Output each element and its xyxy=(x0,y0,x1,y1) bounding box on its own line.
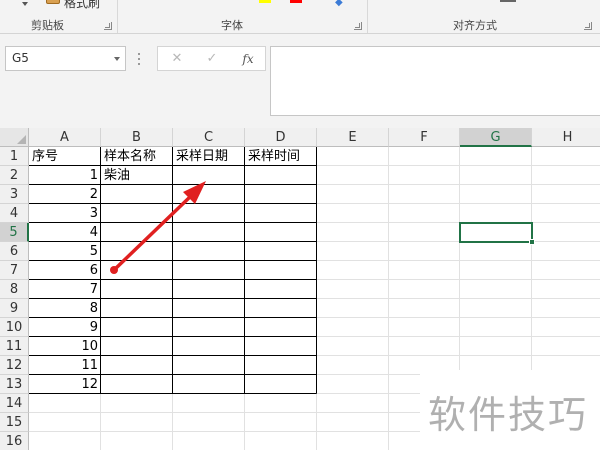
name-box[interactable]: G5 xyxy=(5,46,126,71)
column-header-a[interactable]: A xyxy=(29,128,101,147)
cell-a2[interactable]: 1 xyxy=(29,166,101,185)
cell-a12[interactable]: 11 xyxy=(29,356,101,375)
column-header-c[interactable]: C xyxy=(173,128,245,147)
align-bar[interactable] xyxy=(500,0,516,2)
font-group-label: 字体 xyxy=(221,19,243,32)
insert-function-icon[interactable]: fx xyxy=(237,50,259,68)
column-header-f[interactable]: F xyxy=(389,128,460,147)
cell-b1[interactable]: 样本名称 xyxy=(101,147,173,166)
watermark: 软件技巧 xyxy=(420,370,600,450)
clipboard-launcher-icon[interactable] xyxy=(104,22,112,30)
column-header-d[interactable]: D xyxy=(245,128,317,147)
cell-a7[interactable]: 6 xyxy=(29,261,101,280)
alignment-launcher-icon[interactable] xyxy=(584,22,592,30)
font-color-swatch[interactable] xyxy=(290,0,302,3)
select-all-triangle-icon xyxy=(17,135,26,144)
format-painter-icon[interactable] xyxy=(46,0,60,4)
clipboard-group-label: 剪贴板 xyxy=(31,19,64,32)
row-header-3[interactable]: 3 xyxy=(0,185,29,204)
row-header-11[interactable]: 11 xyxy=(0,337,29,356)
cell-a8[interactable]: 7 xyxy=(29,280,101,299)
row-header-12[interactable]: 12 xyxy=(0,356,29,375)
cell-a1[interactable]: 序号 xyxy=(29,147,101,166)
row-header-9[interactable]: 9 xyxy=(0,299,29,318)
ribbon-separator xyxy=(117,0,118,33)
cell-a13[interactable]: 12 xyxy=(29,375,101,394)
formula-buttons: ✕ ✓ fx xyxy=(157,46,266,71)
row-header-15[interactable]: 15 xyxy=(0,413,29,432)
font-launcher-icon[interactable] xyxy=(354,22,362,30)
ribbon: 格式刷 剪贴板 ◆ 字体 对齐方式 xyxy=(0,0,600,34)
cell-a6[interactable]: 5 xyxy=(29,242,101,261)
cell-a10[interactable]: 9 xyxy=(29,318,101,337)
ribbon-separator xyxy=(367,0,368,33)
selected-cell-g5[interactable] xyxy=(459,222,533,243)
row-header-2[interactable]: 2 xyxy=(0,166,29,185)
row-header-13[interactable]: 13 xyxy=(0,375,29,394)
column-header-e[interactable]: E xyxy=(317,128,389,147)
row-header-8[interactable]: 8 xyxy=(0,280,29,299)
resize-handle[interactable] xyxy=(138,52,141,66)
cell-a3[interactable]: 2 xyxy=(29,185,101,204)
row-header-16[interactable]: 16 xyxy=(0,432,29,450)
column-header-g[interactable]: G xyxy=(460,128,532,147)
ribbon-dropdown-arrow[interactable] xyxy=(22,2,28,6)
row-header-14[interactable]: 14 xyxy=(0,394,29,413)
formula-bar-area: G5 ✕ ✓ fx xyxy=(0,34,600,130)
row-header-7[interactable]: 7 xyxy=(0,261,29,280)
column-header-b[interactable]: B xyxy=(101,128,173,147)
cell-a11[interactable]: 10 xyxy=(29,337,101,356)
name-box-value: G5 xyxy=(12,51,29,65)
cell-a5[interactable]: 4 xyxy=(29,223,101,242)
cell-a4[interactable]: 3 xyxy=(29,204,101,223)
cancel-icon[interactable]: ✕ xyxy=(166,50,188,68)
row-header-6[interactable]: 6 xyxy=(0,242,29,261)
fill-handle[interactable] xyxy=(529,239,535,245)
cell-c1[interactable]: 采样日期 xyxy=(173,147,245,166)
format-painter-label[interactable]: 格式刷 xyxy=(64,0,100,11)
formula-input[interactable] xyxy=(270,46,600,116)
row-header-5[interactable]: 5 xyxy=(0,223,29,242)
alignment-group-label: 对齐方式 xyxy=(453,19,497,32)
handle-dot xyxy=(138,63,140,65)
handle-dot xyxy=(138,58,140,60)
cell-a9[interactable]: 8 xyxy=(29,299,101,318)
handle-dot xyxy=(138,53,140,55)
watermark-text: 软件技巧 xyxy=(428,393,589,437)
cell-d1[interactable]: 采样时间 xyxy=(245,147,317,166)
highlight-color-swatch[interactable] xyxy=(259,0,271,3)
row-header-1[interactable]: 1 xyxy=(0,147,29,166)
enter-icon[interactable]: ✓ xyxy=(201,50,223,68)
select-all-button[interactable] xyxy=(0,128,29,147)
row-header-10[interactable]: 10 xyxy=(0,318,29,337)
clear-format-icon[interactable]: ◆ xyxy=(335,0,343,8)
spreadsheet-window: 格式刷 剪贴板 ◆ 字体 对齐方式 G5 ✕ ✓ fx A B C D E F … xyxy=(0,0,600,450)
column-header-h[interactable]: H xyxy=(532,128,600,147)
name-box-dropdown-icon[interactable] xyxy=(114,57,120,61)
row-header-4[interactable]: 4 xyxy=(0,204,29,223)
cell-b2[interactable]: 柴油 xyxy=(101,166,173,185)
